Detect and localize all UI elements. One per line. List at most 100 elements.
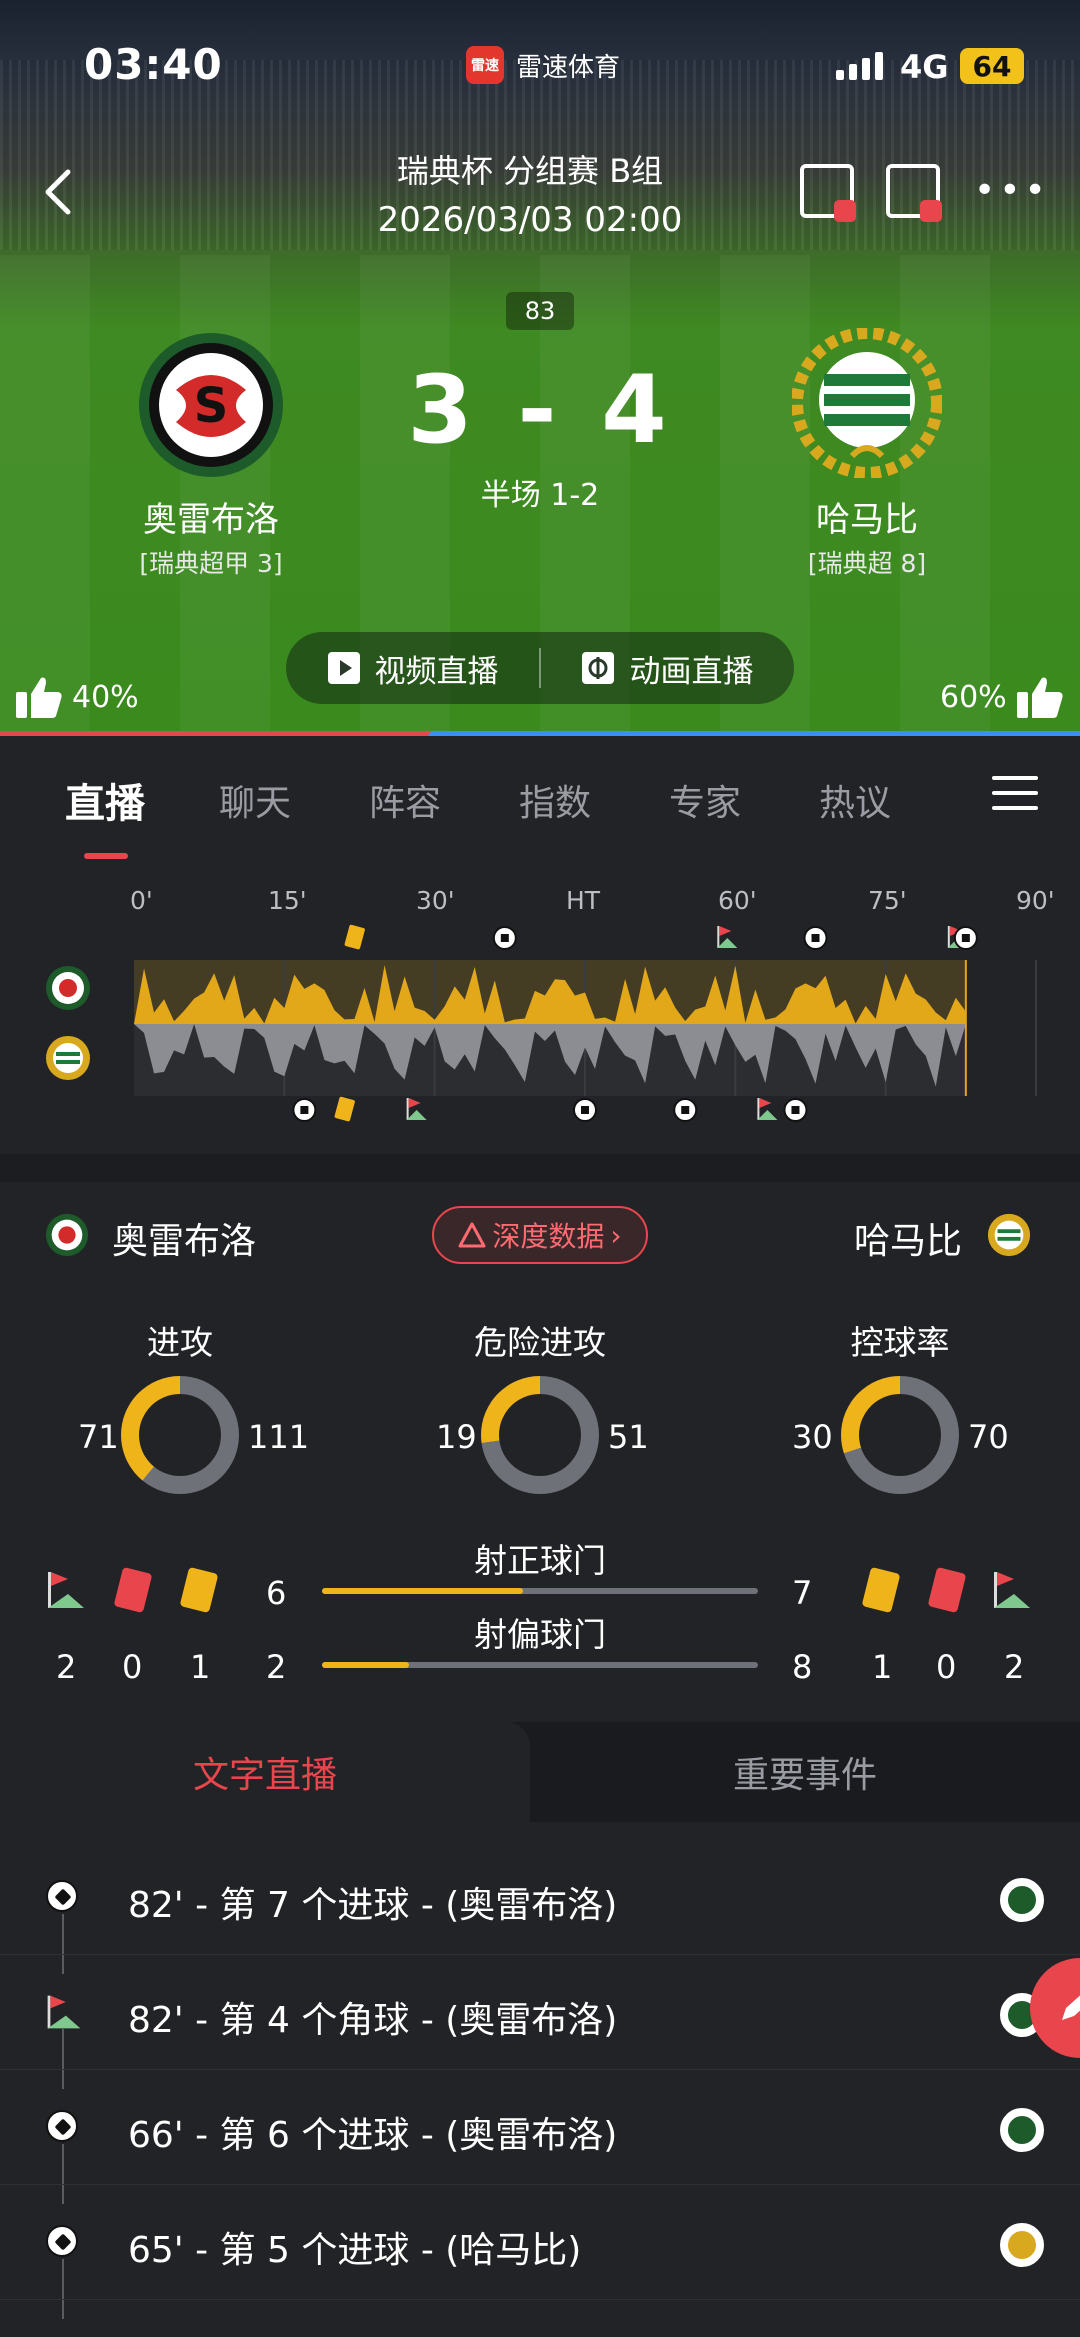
home-event-yellow-card <box>344 924 365 950</box>
halftime-score: 半场 1-2 <box>480 478 600 513</box>
tab-text-live[interactable]: 文字直播 <box>0 1722 530 1822</box>
stat-home-dangerous: 19 <box>436 1418 477 1456</box>
menu-icon[interactable] <box>992 776 1038 821</box>
video-live-label: 视频直播 <box>374 653 499 690</box>
stat-label-dangerous-attack: 危险进攻 <box>474 1323 606 1362</box>
network-type: 4G <box>900 48 949 86</box>
stat-home-attack: 71 <box>78 1418 119 1456</box>
corner-flag-icon <box>44 1570 88 1614</box>
feed-text: 65' - 第 5 个进球 - (哈马比) <box>128 2230 582 2271</box>
away-event-corner <box>757 1098 778 1120</box>
float-window-icon[interactable] <box>800 164 856 222</box>
home-event-corner <box>717 926 738 948</box>
home-team-crest[interactable]: S <box>136 330 286 484</box>
live-feed: 82' - 第 7 个进球 - (奥雷布洛) 82' - 第 4 个角球 - (… <box>0 1822 1080 2337</box>
match-minute: 83 <box>506 292 574 330</box>
home-support[interactable]: 40% <box>14 674 139 720</box>
away-red-count: 0 <box>936 1648 957 1686</box>
tab-bar: 直播 聊天 阵容 指数 专家 热议 <box>0 736 1080 864</box>
stat-away-shots-on: 7 <box>792 1574 813 1612</box>
home-team-crest-small <box>1000 1878 1044 1922</box>
svg-text:S: S <box>194 378 229 434</box>
warning-icon <box>458 1222 486 1248</box>
thumb-up-icon <box>16 677 62 718</box>
home-event-goal <box>492 926 517 950</box>
signal-icon <box>836 52 883 80</box>
attack-ring <box>121 1376 239 1494</box>
stat-away-attack: 111 <box>248 1418 310 1456</box>
stat-home-possession: 30 <box>792 1418 833 1456</box>
app-name: 雷速体育 <box>516 52 621 83</box>
away-team-crest-small <box>986 1212 1032 1262</box>
tab-live[interactable]: 直播 <box>30 771 180 859</box>
list-item[interactable]: 82' - 第 7 个进球 - (奥雷布洛) <box>0 1840 1080 1955</box>
stat-home-shots-on: 6 <box>266 1574 287 1612</box>
tab-chat[interactable]: 聊天 <box>180 774 330 826</box>
ball-icon <box>46 1880 78 1912</box>
away-team-crest-small <box>1000 2223 1044 2267</box>
away-team-name[interactable]: 哈马比 <box>717 492 1017 541</box>
pencil-icon <box>1062 1995 1080 2020</box>
corner-flag-icon <box>990 1570 1034 1614</box>
dangerous-attack-ring <box>481 1376 599 1494</box>
stat-label-attack: 进攻 <box>147 1323 213 1362</box>
tab-expert[interactable]: 专家 <box>630 774 780 826</box>
match-score: 3 - 4 <box>407 356 673 465</box>
away-team-rank: [瑞典超 8] <box>807 549 927 578</box>
live-tabs: 文字直播 重要事件 <box>0 1722 1080 1822</box>
thumb-up-icon <box>1016 677 1063 718</box>
stat-label-shots-off: 射偏球门 <box>474 1615 606 1654</box>
momentum-chart <box>134 924 1037 1122</box>
home-event-goal <box>803 926 828 950</box>
away-event-goal <box>573 1098 597 1122</box>
feed-text: 66' - 第 6 个进球 - (奥雷布洛) <box>128 2115 618 2156</box>
home-corners-count: 2 <box>56 1648 77 1686</box>
home-team-name[interactable]: 奥雷布洛 <box>61 492 361 541</box>
stream-switcher: 视频直播 动画直播 <box>286 632 794 704</box>
tab-lineup[interactable]: 阵容 <box>330 774 480 826</box>
home-team-crest-small <box>44 1212 90 1262</box>
list-item[interactable]: 65' - 第 5 个进球 - (哈马比) <box>0 2185 1080 2300</box>
list-item[interactable]: 82' - 第 4 个角球 - (奥雷布洛) <box>0 1955 1080 2070</box>
tab-key-events[interactable]: 重要事件 <box>530 1722 1080 1822</box>
stat-label-possession: 控球率 <box>850 1323 950 1362</box>
stats-home-name: 奥雷布洛 <box>112 1221 257 1262</box>
home-support-pct: 40% <box>72 679 139 715</box>
screen-record-icon[interactable] <box>886 164 942 222</box>
status-time: 03:40 <box>84 40 223 89</box>
animation-icon <box>582 652 615 684</box>
away-event-goal <box>673 1098 698 1122</box>
home-team-rank: [瑞典超甲 3] <box>139 549 283 578</box>
stat-away-dangerous: 51 <box>608 1418 649 1456</box>
away-support-pct: 60% <box>940 679 1007 715</box>
deep-data-button[interactable]: 深度数据 › <box>432 1206 648 1264</box>
away-event-yellow-card <box>334 1096 355 1122</box>
away-support[interactable]: 60% <box>940 674 1065 720</box>
ball-icon <box>46 2110 78 2142</box>
play-icon <box>327 652 360 684</box>
tab-discussion[interactable]: 热议 <box>780 774 930 826</box>
feed-text: 82' - 第 4 个角球 - (奥雷布洛) <box>128 2000 618 2041</box>
home-red-count: 0 <box>122 1648 143 1686</box>
away-event-corner <box>406 1098 427 1120</box>
list-item[interactable]: 66' - 第 6 个进球 - (奥雷布洛) <box>0 2070 1080 2185</box>
away-event-goal <box>292 1098 317 1122</box>
video-live-button[interactable]: 视频直播 <box>286 632 539 704</box>
away-team-crest-small <box>44 1034 92 1086</box>
animation-live-button[interactable]: 动画直播 <box>541 632 794 704</box>
tab-odds[interactable]: 指数 <box>480 774 630 826</box>
stat-away-possession: 70 <box>968 1418 1009 1456</box>
more-icon[interactable]: ••• <box>974 170 1050 211</box>
stat-away-shots-off: 8 <box>792 1648 813 1686</box>
home-event-goal <box>953 926 978 950</box>
away-team-crest[interactable] <box>791 327 943 482</box>
shots-on-bar-home <box>322 1588 524 1594</box>
animation-live-label: 动画直播 <box>629 653 754 690</box>
stat-home-shots-off: 2 <box>266 1648 287 1686</box>
shots-off-bar-home <box>322 1662 410 1668</box>
away-yellow-count: 1 <box>872 1648 893 1686</box>
feed-text: 82' - 第 7 个进球 - (奥雷布洛) <box>128 1885 618 1926</box>
battery-icon: 64 <box>960 48 1024 84</box>
chevron-right-icon: › <box>610 1218 622 1252</box>
home-team-crest-small <box>44 964 92 1016</box>
